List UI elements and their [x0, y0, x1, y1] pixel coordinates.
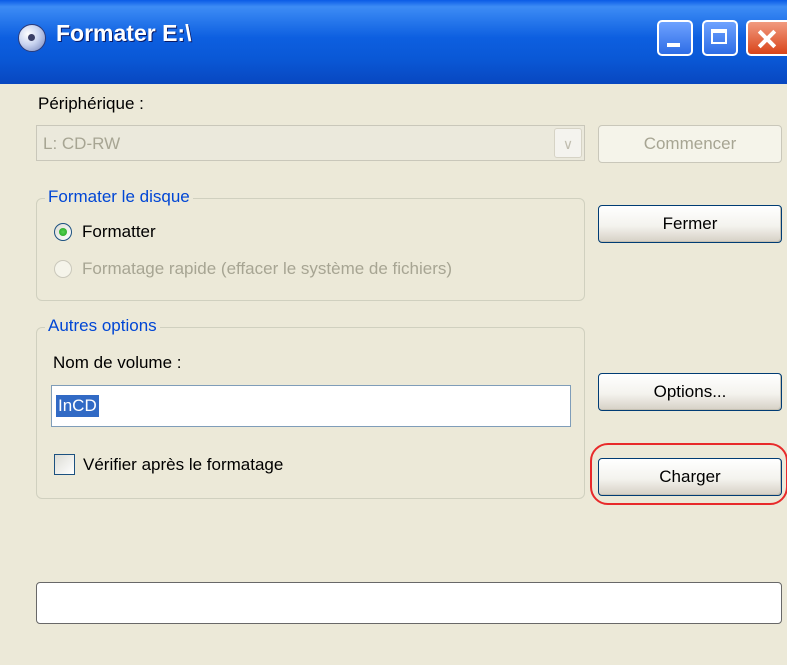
radio-full-format-label: Formatter — [82, 222, 156, 241]
disc-icon — [18, 24, 46, 52]
verify-checkbox[interactable] — [54, 454, 75, 475]
device-select[interactable]: L: CD-RW ∨ — [36, 125, 585, 161]
close-button[interactable] — [746, 20, 787, 56]
options-group-title: Autres options — [45, 316, 160, 336]
radio-full-format[interactable] — [54, 223, 72, 241]
verify-checkbox-label: Vérifier après le formatage — [83, 455, 284, 474]
maximize-button[interactable] — [702, 20, 738, 56]
load-button[interactable]: Charger — [598, 458, 782, 496]
window-title: Formater E:\ — [56, 20, 192, 46]
minimize-button[interactable] — [657, 20, 693, 56]
format-group-title: Formater le disque — [45, 187, 193, 207]
progress-bar — [36, 582, 782, 624]
volume-name-input[interactable]: InCD — [51, 385, 571, 427]
close-dialog-button[interactable]: Fermer — [598, 205, 782, 243]
title-bar[interactable]: Formater E:\ — [0, 0, 787, 84]
options-button[interactable]: Options... — [598, 373, 782, 411]
device-select-value: L: CD-RW — [43, 134, 121, 153]
volume-name-value: InCD — [56, 395, 99, 417]
chevron-down-icon[interactable]: ∨ — [554, 128, 582, 158]
radio-quick-format[interactable] — [54, 260, 72, 278]
format-group — [36, 198, 585, 301]
start-button[interactable]: Commencer — [598, 125, 782, 163]
radio-quick-format-label: Formatage rapide (effacer le système de … — [82, 259, 453, 278]
volume-name-label: Nom de volume : — [53, 353, 182, 372]
device-label: Périphérique : — [38, 94, 144, 113]
